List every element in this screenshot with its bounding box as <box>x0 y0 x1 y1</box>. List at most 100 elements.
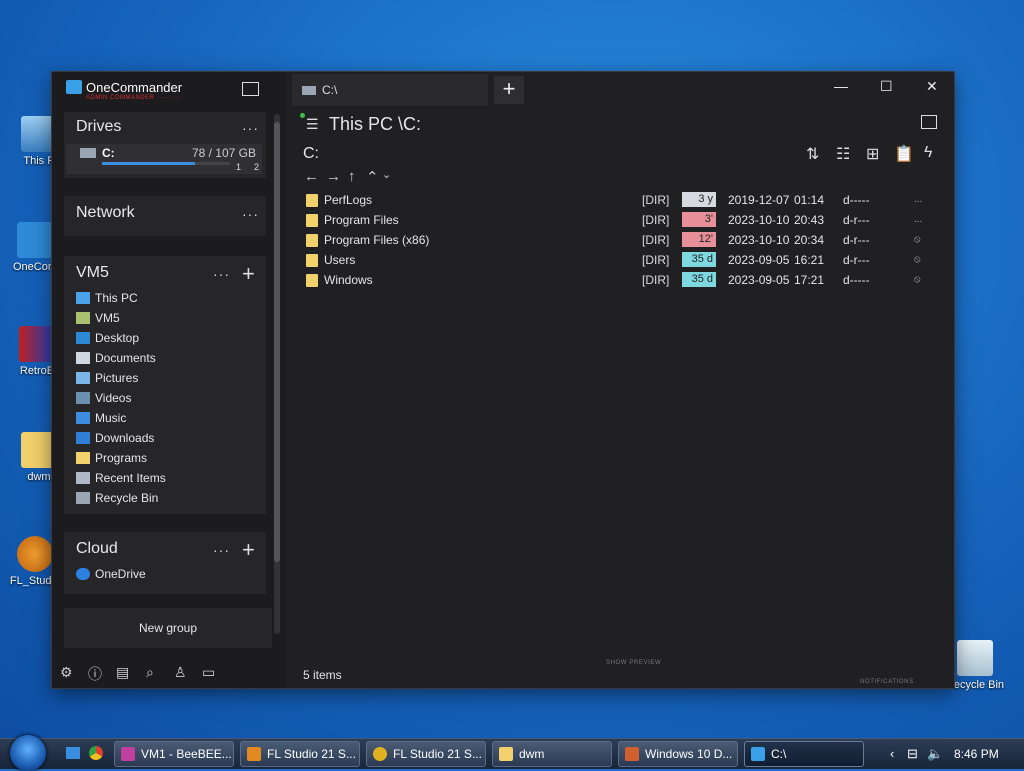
notifications-button[interactable]: NOTIFICATIONS <box>860 679 914 685</box>
nav-item-documents[interactable]: Documents <box>76 349 156 367</box>
drive-usage-fill <box>102 162 196 165</box>
file-row[interactable]: Program Files [DIR] 3' 2023-10-10 20:43 … <box>306 210 926 230</box>
folder-icon <box>76 452 90 464</box>
up-arrow-icon[interactable]: ↑ <box>348 168 356 185</box>
sidebar: OneCommander ADMIN COMMANDER · ···· ··· … <box>52 72 286 688</box>
nav-item-this-pc[interactable]: This PC <box>76 289 138 307</box>
desktop-icon-label: dwm <box>27 471 51 483</box>
close-button[interactable]: ✕ <box>926 78 938 95</box>
tab-c-drive[interactable]: C:\ <box>292 74 488 106</box>
taskbar-button-fl-studio-2[interactable]: FL Studio 21 S... <box>366 741 486 767</box>
documents-icon <box>76 352 90 364</box>
menu-icon[interactable]: ☰ <box>306 116 319 133</box>
history-chevron-icon[interactable]: ⌄ <box>382 168 391 181</box>
nav-item-music[interactable]: Music <box>76 409 126 427</box>
start-button[interactable] <box>10 735 46 771</box>
videos-icon <box>76 392 90 404</box>
panels-icon[interactable]: ▤ <box>116 664 129 681</box>
columns-view-icon[interactable] <box>921 115 937 129</box>
forward-arrow-icon[interactable]: → <box>326 168 341 185</box>
nav-item-vm5[interactable]: VM5 <box>76 309 120 327</box>
maximize-button[interactable]: ☐ <box>880 78 893 95</box>
new-group-label: New group <box>138 621 198 635</box>
nav-item-recent-items[interactable]: Recent Items <box>76 469 166 487</box>
desktop-icon-label: Recycle Bin <box>945 679 1005 691</box>
nav-item-videos[interactable]: Videos <box>76 389 131 407</box>
file-type: [DIR] <box>642 273 670 287</box>
drive-usage-bar <box>102 162 230 165</box>
info-icon[interactable]: ⓘ <box>88 664 102 684</box>
nav-item-label: Music <box>95 411 127 425</box>
volume-muted-tray-icon[interactable]: 🔈 <box>927 739 943 769</box>
vm5-menu-button[interactable]: ··· <box>213 266 230 282</box>
taskbar-button-dwm[interactable]: dwm <box>492 741 612 767</box>
network-title: Network <box>76 204 135 221</box>
file-row[interactable]: PerfLogs [DIR] 3 y 2019-12-07 01:14 d---… <box>306 190 926 210</box>
cloud-menu-button[interactable]: ··· <box>213 542 230 558</box>
onecommander-app-icon <box>17 222 53 258</box>
minimize-button[interactable]: — <box>834 78 848 94</box>
show-preview-button[interactable]: SHOW PREVIEW <box>606 660 661 666</box>
taskbar-button-vm1[interactable]: VM1 - BeeBEE... <box>114 741 234 767</box>
tray-expand-chevron-icon[interactable]: ‹ <box>890 739 894 769</box>
cloud-add-button[interactable]: + <box>242 539 255 561</box>
file-age-badge: 35 d <box>682 272 716 287</box>
new-tab-button[interactable]: + <box>494 76 524 104</box>
file-pane: C:\ + — ☐ ✕ ☰ This PC \C: C: ⇅ ☷ ⊞ 📋 ϟ ←… <box>288 72 954 688</box>
drives-menu-button[interactable]: ··· <box>242 120 259 136</box>
new-group-button[interactable]: New group <box>64 608 272 648</box>
search-icon[interactable]: ⌕ <box>146 664 154 681</box>
file-type: [DIR] <box>642 193 670 207</box>
quick-launch-desktop-icon[interactable] <box>66 747 80 759</box>
nav-item-recycle-bin[interactable]: Recycle Bin <box>76 489 158 507</box>
folder-icon <box>306 254 318 267</box>
taskbar-button-windows-10[interactable]: Windows 10 D... <box>618 741 738 767</box>
back-arrow-icon[interactable]: ← <box>304 168 319 185</box>
network-tray-icon[interactable]: ⊟ <box>907 739 918 769</box>
nav-item-label: Desktop <box>95 331 140 345</box>
taskbar: VM1 - BeeBEE... FL Studio 21 S... FL Stu… <box>0 735 1024 771</box>
actions-lightning-icon[interactable]: ϟ <box>924 144 932 162</box>
computer-icon <box>76 292 90 304</box>
network-tree-icon[interactable]: ♙ <box>174 664 187 681</box>
nav-item-onedrive[interactable]: OneDrive <box>76 565 146 583</box>
drive-c-item[interactable]: C: 78 / 107 GB 1 2 <box>66 144 262 174</box>
user-icon <box>76 312 90 324</box>
nav-item-label: VM5 <box>95 311 120 325</box>
nav-item-programs[interactable]: Programs <box>76 449 147 467</box>
nav-item-label: Programs <box>95 451 148 465</box>
new-item-icon[interactable]: ⊞ <box>866 144 879 164</box>
quick-launch-chrome-icon[interactable] <box>89 746 103 760</box>
drive-page-1[interactable]: 1 <box>236 162 241 172</box>
pictures-icon <box>76 372 90 384</box>
file-time: 20:34 <box>794 233 825 247</box>
vm5-add-button[interactable]: + <box>242 263 255 285</box>
panel-toggle-icon[interactable] <box>242 82 259 96</box>
taskbar-button-c-drive[interactable]: C:\ <box>744 741 864 767</box>
clipboard-icon[interactable]: 📋 <box>894 144 914 164</box>
onecommander-window: OneCommander ADMIN COMMANDER · ···· ··· … <box>52 72 954 688</box>
file-row[interactable]: Users [DIR] 35 d 2023-09-05 16:21 d-r---… <box>306 250 926 270</box>
scrollbar-thumb[interactable] <box>274 122 280 562</box>
file-row[interactable]: Program Files (x86) [DIR] 12' 2023-10-10… <box>306 230 926 250</box>
app-subtitle: ADMIN COMMANDER · ···· ··· · <box>86 95 186 101</box>
drive-page-2[interactable]: 2 <box>254 162 259 172</box>
sidebar-scrollbar[interactable] <box>274 114 280 634</box>
window-icon[interactable]: ▭ <box>202 664 215 681</box>
taskbar-button-fl-studio-1[interactable]: FL Studio 21 S... <box>240 741 360 767</box>
network-menu-button[interactable]: ··· <box>242 206 259 222</box>
file-flag: ⦸ <box>914 234 921 245</box>
nav-item-downloads[interactable]: Downloads <box>76 429 154 447</box>
file-attributes: d-r--- <box>843 213 870 227</box>
settings-gear-icon[interactable]: ⚙ <box>60 664 73 681</box>
clock[interactable]: 8:46 PM <box>954 739 999 769</box>
details-view-icon[interactable]: ☷ <box>836 144 850 164</box>
sort-icon[interactable]: ⇅ <box>806 144 819 164</box>
folder-icon <box>306 194 318 207</box>
nav-item-desktop[interactable]: Desktop <box>76 329 139 347</box>
file-name: PerfLogs <box>324 193 373 207</box>
nav-item-pictures[interactable]: Pictures <box>76 369 138 387</box>
up-level-chevron-icon[interactable]: ⌃ <box>366 168 379 186</box>
file-row[interactable]: Windows [DIR] 35 d 2023-09-05 17:21 d---… <box>306 270 926 290</box>
vm5-title: VM5 <box>76 264 109 281</box>
